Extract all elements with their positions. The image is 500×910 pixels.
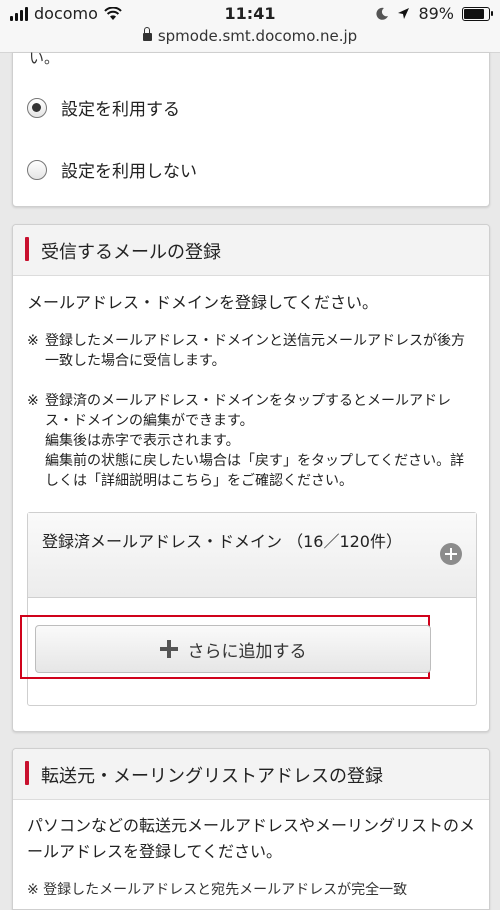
radio-use-setting[interactable]: 設定を利用する [27, 95, 180, 120]
section-header: 転送元・メーリングリストアドレスの登録 [13, 749, 489, 800]
note-mark: ※ [27, 333, 39, 349]
note-text: 登録したメールアドレス・ドメインと送信元メールアドレスが後方一致した場合に受信し… [45, 333, 465, 369]
accent-bar [25, 761, 29, 785]
lock-icon [142, 27, 152, 41]
note-text: 登録済のメールアドレス・ドメインをタップするとメールアドレス・ドメインの編集がで… [45, 393, 465, 489]
receive-mail-card: 受信するメールの登録 メールアドレス・ドメインを登録してください。 ※ 登録した… [12, 224, 490, 732]
note-item: ※ 登録済のメールアドレス・ドメインをタップするとメールアドレス・ドメインの編集… [27, 391, 473, 491]
note-mark: ※ [27, 393, 39, 409]
radio-not-use-setting[interactable]: 設定を利用しない [27, 157, 197, 182]
radio-button[interactable] [27, 97, 47, 118]
location-arrow-icon [398, 8, 410, 19]
add-more-button[interactable]: さらに追加する [35, 625, 431, 673]
forward-address-card: 転送元・メーリングリストアドレスの登録 パソコンなどの転送元メールアドレスやメー… [12, 748, 490, 910]
battery-icon [462, 6, 493, 21]
status-bar: docomo 11:41 89% spmode.smt.docomo.ne.jp [0, 0, 500, 53]
radio-label: 設定を利用しない [61, 162, 197, 182]
truncated-note: ※ 登録したメールアドレスと宛先メールアドレスが完全一致 [27, 882, 408, 898]
registered-count-label: 登録済メールアドレス・ドメイン （16／120件） [42, 532, 402, 551]
note-item: ※ 登録したメールアドレス・ドメインと送信元メールアドレスが後方一致した場合に受… [27, 331, 473, 371]
registered-list-header[interactable]: 登録済メールアドレス・ドメイン （16／120件） [28, 513, 476, 598]
address-bar[interactable]: spmode.smt.docomo.ne.jp [0, 27, 500, 45]
radio-button[interactable] [27, 159, 47, 180]
battery-percent: 89% [418, 4, 454, 23]
usage-setting-card: い。 設定を利用する 設定を利用しない [12, 49, 490, 207]
section-header: 受信するメールの登録 [13, 225, 489, 276]
instruction-text: パソコンなどの転送元メールアドレスやメーリングリストのメールアドレスを登録してく… [27, 816, 476, 861]
add-more-label: さらに追加する [187, 641, 307, 662]
expand-plus-icon[interactable] [440, 543, 462, 565]
registered-list-panel: 登録済メールアドレス・ドメイン （16／120件） さらに追加する [20, 512, 477, 706]
instruction-text: メールアドレス・ドメインを登録してください。 [27, 293, 379, 312]
section-title: 受信するメールの登録 [41, 242, 221, 263]
url-text: spmode.smt.docomo.ne.jp [157, 27, 358, 45]
moon-icon [376, 7, 389, 20]
accent-bar [25, 237, 29, 261]
plus-icon [159, 640, 178, 658]
section-title: 転送元・メーリングリストアドレスの登録 [41, 766, 383, 787]
radio-label: 設定を利用する [61, 100, 180, 120]
truncated-text: い。 [29, 49, 60, 67]
